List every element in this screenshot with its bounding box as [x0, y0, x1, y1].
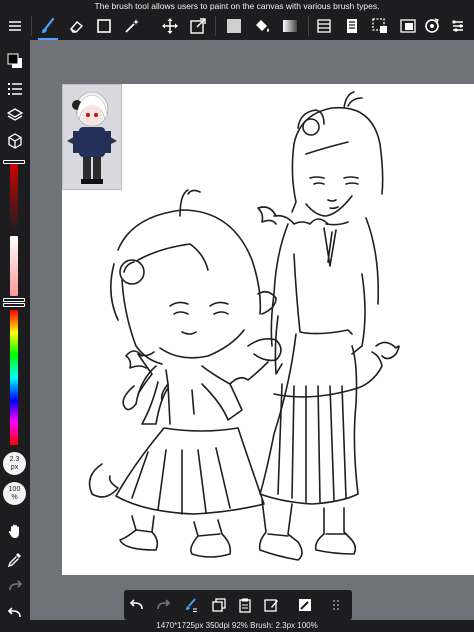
copy-icon[interactable]	[208, 594, 230, 616]
reference-image[interactable]	[62, 84, 122, 190]
brush-size-badge[interactable]: 2.3 px	[3, 452, 26, 475]
brush-size-slider[interactable]	[10, 161, 18, 231]
left-sidebar: 2.3 px 100 %	[0, 40, 30, 632]
top-toolbar: The brush tool allows users to paint on …	[0, 0, 474, 40]
opacity-badge[interactable]: 100 %	[3, 482, 26, 505]
redo-icon[interactable]	[152, 594, 174, 616]
materials-icon[interactable]	[3, 130, 27, 152]
select-layer-icon[interactable]	[368, 14, 392, 38]
more-icon[interactable]	[446, 14, 470, 38]
opacity-slider[interactable]	[10, 236, 18, 296]
material-icon[interactable]	[340, 14, 364, 38]
edit-icon[interactable]	[260, 594, 282, 616]
hue-slider[interactable]	[10, 310, 18, 445]
ruler-icon[interactable]	[294, 594, 316, 616]
brush-icon[interactable]	[36, 14, 60, 40]
eyedropper-icon[interactable]	[3, 548, 27, 570]
layer-panel-icon[interactable]	[312, 14, 336, 38]
magic-wand-icon[interactable]	[120, 14, 144, 38]
paste-icon[interactable]	[234, 594, 256, 616]
transform-icon[interactable]	[186, 14, 210, 38]
opacity-value: 100	[8, 485, 21, 493]
bottom-toolbar	[124, 590, 352, 620]
brush-size-unit: px	[10, 463, 19, 471]
opacity-thumb-2[interactable]	[3, 303, 25, 307]
fill-color-icon[interactable]	[222, 14, 246, 38]
rotate-icon[interactable]	[420, 14, 444, 38]
sketch-artwork	[88, 91, 400, 561]
hand-icon[interactable]	[3, 520, 27, 542]
gradient-icon[interactable]	[278, 14, 302, 38]
opacity-thumb-1[interactable]	[3, 298, 25, 302]
redo-icon[interactable]	[3, 575, 27, 597]
tooltip-text: The brush tool allows users to paint on …	[94, 1, 380, 11]
layers-icon[interactable]	[3, 104, 27, 126]
opacity-unit: %	[11, 493, 18, 501]
navigator-icon[interactable]	[396, 14, 420, 38]
menu-icon[interactable]	[3, 14, 27, 38]
selection-rect-icon[interactable]	[92, 14, 116, 38]
brush-list-icon[interactable]	[3, 78, 27, 100]
move-icon[interactable]	[158, 14, 182, 38]
brush-size-value: 2.3	[9, 455, 20, 463]
color-swatch-icon[interactable]	[3, 50, 27, 72]
eraser-icon[interactable]	[64, 14, 88, 38]
reference-character-art	[67, 91, 117, 184]
brush-settings-icon[interactable]	[180, 594, 202, 616]
status-bar: 1470*1725px 350dpi 92% Brush: 2.3px 100%	[0, 620, 474, 632]
bucket-icon[interactable]	[250, 14, 274, 38]
grid-icon[interactable]	[326, 594, 348, 616]
brush-size-thumb[interactable]	[3, 160, 25, 164]
undo-icon[interactable]	[126, 594, 148, 616]
